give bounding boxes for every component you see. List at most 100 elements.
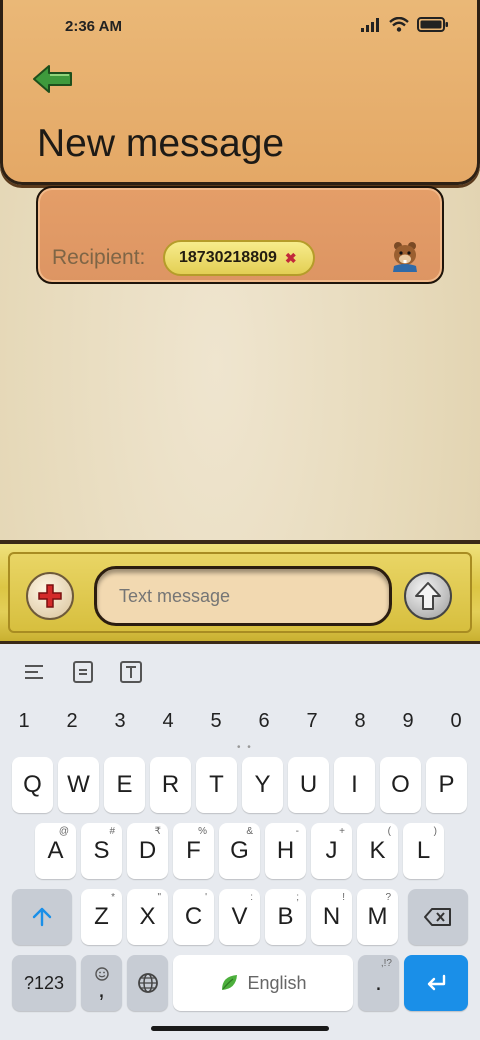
- remove-recipient-icon[interactable]: ✖: [285, 250, 297, 267]
- emoji-comma-key[interactable]: ,: [81, 955, 122, 1011]
- enter-icon: [427, 974, 446, 991]
- composer-bar: [0, 540, 480, 644]
- keyboard: 1 2 3 4 5 6 7 8 9 0 • • Q W E R T Y U I …: [0, 644, 480, 1040]
- recipient-number: 18730218809: [179, 249, 277, 266]
- space-key[interactable]: English: [173, 955, 353, 1011]
- cursor-move-icon[interactable]: [22, 660, 46, 684]
- backspace-key[interactable]: [408, 889, 468, 945]
- shift-key[interactable]: [12, 889, 72, 945]
- send-arrow-icon: [415, 582, 441, 610]
- key-z[interactable]: Z *: [81, 889, 122, 945]
- signal-icon: [361, 17, 379, 32]
- backspace-icon: [424, 908, 451, 926]
- key-b-hint: ;: [296, 892, 299, 903]
- key-e[interactable]: E: [104, 757, 145, 813]
- status-icons: [361, 17, 449, 32]
- key-s-hint: #: [109, 826, 115, 837]
- number-row: 1 2 3 4 5 6 7 8 9 0: [0, 710, 480, 740]
- key-d[interactable]: D ₹: [127, 823, 168, 879]
- key-x-hint: ": [157, 892, 161, 903]
- app-header: 2:36 AM New message: [0, 0, 480, 185]
- key-n-hint: !: [342, 892, 345, 903]
- beaver-avatar-icon[interactable]: [390, 240, 420, 272]
- status-time: 2:36 AM: [65, 18, 122, 35]
- key-7[interactable]: 7: [292, 710, 332, 733]
- send-button[interactable]: [404, 572, 452, 620]
- key-c[interactable]: C ': [173, 889, 214, 945]
- key-l[interactable]: L): [403, 823, 444, 879]
- key-s[interactable]: S #: [81, 823, 122, 879]
- space-key-content: English: [219, 973, 307, 994]
- period-label: .: [375, 969, 382, 996]
- key-g-label: G: [230, 837, 249, 864]
- key-j-label: J: [325, 837, 338, 864]
- key-m-hint: ?: [385, 892, 391, 903]
- key-5[interactable]: 5: [196, 710, 236, 733]
- key-p[interactable]: P: [426, 757, 467, 813]
- key-s-label: S: [93, 837, 110, 864]
- key-4[interactable]: 4: [148, 710, 188, 733]
- key-6[interactable]: 6: [244, 710, 284, 733]
- key-j[interactable]: J +: [311, 823, 352, 879]
- key-f[interactable]: F%: [173, 823, 214, 879]
- key-w[interactable]: W: [58, 757, 99, 813]
- key-f-label: F: [186, 837, 201, 864]
- key-f-hint: %: [198, 826, 207, 837]
- key-x[interactable]: X ": [127, 889, 168, 945]
- key-b-label: B: [277, 903, 294, 930]
- key-o[interactable]: O: [380, 757, 421, 813]
- key-u[interactable]: U: [288, 757, 329, 813]
- select-text-icon[interactable]: [71, 660, 95, 684]
- key-x-label: X: [139, 903, 156, 930]
- page-title: New message: [37, 122, 285, 165]
- recipient-label: Recipient:: [52, 246, 146, 269]
- language-key[interactable]: [127, 955, 168, 1011]
- key-r[interactable]: R: [150, 757, 191, 813]
- key-h-hint: -: [295, 826, 299, 837]
- key-9[interactable]: 9: [388, 710, 428, 733]
- key-t[interactable]: T: [196, 757, 237, 813]
- key-1[interactable]: 1: [4, 710, 44, 733]
- key-v[interactable]: V:: [219, 889, 260, 945]
- key-q[interactable]: Q: [12, 757, 53, 813]
- attach-button[interactable]: [26, 572, 74, 620]
- key-m[interactable]: M?: [357, 889, 398, 945]
- key-n[interactable]: N!: [311, 889, 352, 945]
- key-k[interactable]: K(: [357, 823, 398, 879]
- recipient-chip[interactable]: 18730218809 ✖: [163, 240, 315, 276]
- message-input[interactable]: [119, 586, 369, 607]
- key-h[interactable]: H-: [265, 823, 306, 879]
- key-c-label: C: [184, 903, 203, 930]
- key-a[interactable]: A @: [35, 823, 76, 879]
- enter-key[interactable]: [404, 955, 468, 1011]
- keyboard-toolbar: [0, 644, 480, 700]
- key-v-hint: :: [250, 892, 253, 903]
- back-arrow-icon[interactable]: [31, 62, 75, 96]
- key-0[interactable]: 0: [436, 710, 476, 733]
- home-indicator[interactable]: [151, 1026, 329, 1031]
- key-k-label: K: [369, 837, 386, 864]
- key-d-label: D: [138, 837, 157, 864]
- key-j-hint: +: [339, 826, 345, 837]
- key-v-label: V: [231, 903, 248, 930]
- recipient-box[interactable]: Recipient: 18730218809 ✖: [36, 186, 444, 284]
- key-g[interactable]: G &: [219, 823, 260, 879]
- key-2[interactable]: 2: [52, 710, 92, 733]
- period-key[interactable]: . ,!?: [358, 955, 399, 1011]
- key-l-label: L: [416, 837, 431, 864]
- key-b[interactable]: B;: [265, 889, 306, 945]
- globe-icon: [137, 973, 158, 993]
- wifi-icon: [389, 17, 409, 32]
- key-3[interactable]: 3: [100, 710, 140, 733]
- shift-icon: [32, 907, 52, 927]
- key-8[interactable]: 8: [340, 710, 380, 733]
- key-m-label: M: [367, 903, 388, 930]
- symbols-key[interactable]: ?123: [12, 955, 76, 1011]
- page-indicator: • •: [237, 742, 253, 753]
- key-i[interactable]: I: [334, 757, 375, 813]
- text-format-icon[interactable]: [119, 660, 143, 684]
- key-d-hint: ₹: [154, 826, 161, 837]
- key-y[interactable]: Y: [242, 757, 283, 813]
- comma-label: ,: [98, 976, 105, 1003]
- key-a-hint: @: [58, 826, 69, 837]
